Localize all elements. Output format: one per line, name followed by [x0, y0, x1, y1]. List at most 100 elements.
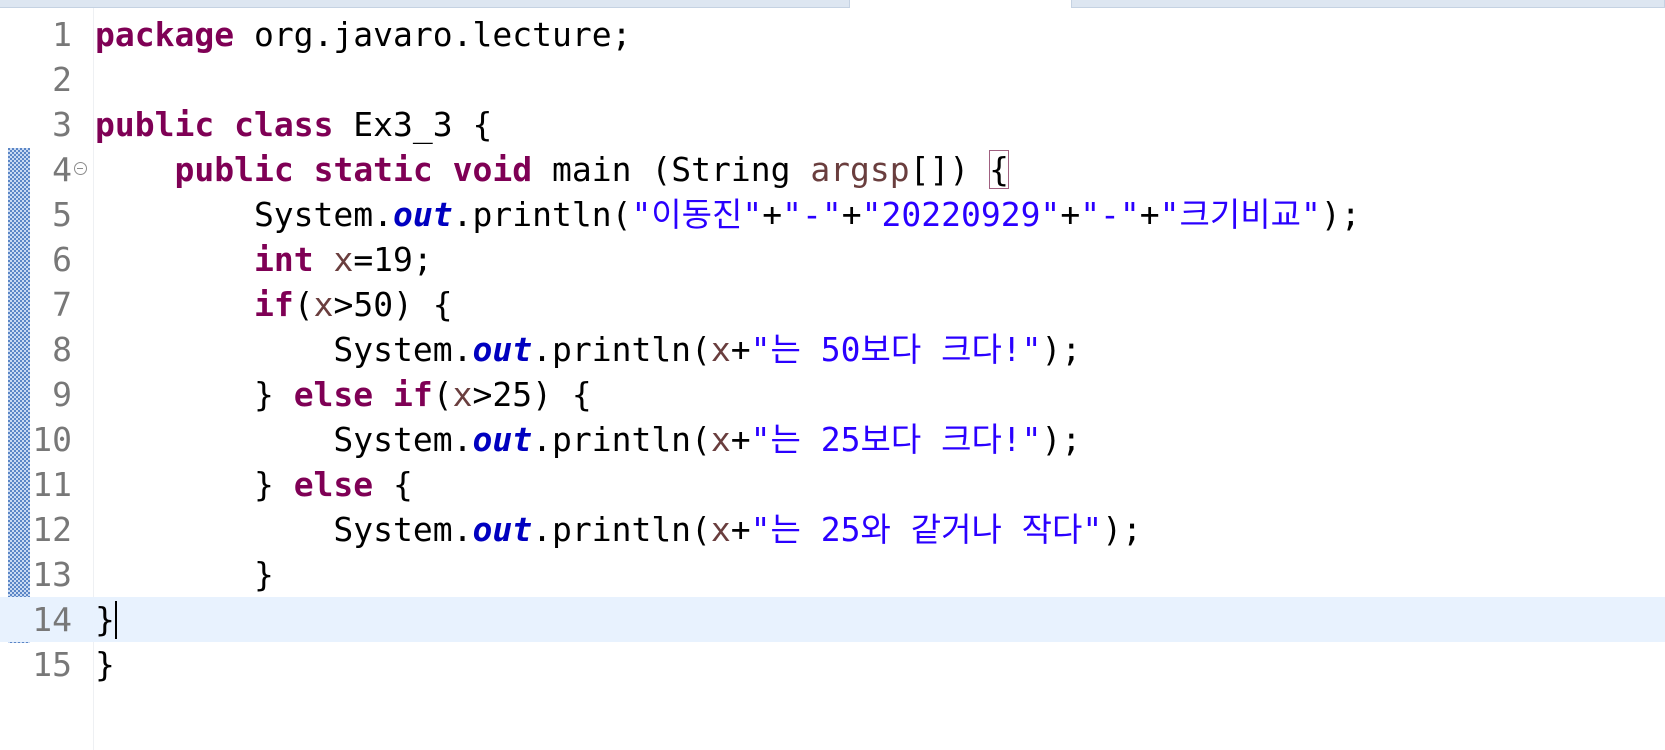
variable: argsp [810, 150, 910, 189]
code-text[interactable]: } [95, 597, 117, 642]
code-text: + [730, 510, 751, 549]
code-line[interactable]: 8 System.out.println(x+"는 50보다 크다!"); [0, 327, 1665, 372]
code-editor[interactable]: 1 package org.javaro.lecture; 2 3 public cla… [0, 8, 1665, 750]
code-line[interactable]: 15} [0, 642, 1665, 687]
variable: x [452, 375, 473, 414]
keyword: void [452, 150, 533, 189]
code-text[interactable]: } [95, 642, 115, 687]
code-text: ); [1102, 510, 1143, 549]
line-number: 1 [52, 15, 72, 54]
variable: x [710, 420, 731, 459]
text-caret [114, 601, 117, 639]
keyword: class [234, 105, 334, 144]
code-line[interactable]: 4 public static void main (String argsp[… [0, 147, 1665, 192]
line-number: 3 [52, 105, 72, 144]
code-text[interactable]: int x=19; [95, 237, 433, 282]
line-number: 15 [32, 645, 72, 684]
code-text: ); [1041, 420, 1082, 459]
code-text[interactable]: public class Ex3_3 { [95, 102, 492, 147]
keyword: if [393, 375, 433, 414]
variable: x [710, 330, 731, 369]
string-literal: "는 25보다 크다!" [750, 420, 1042, 459]
line-number: 10 [32, 420, 72, 459]
code-text: } [95, 645, 115, 684]
code-line[interactable]: 12 System.out.println(x+"는 25와 같거나 작다"); [0, 507, 1665, 552]
line-number: 12 [32, 510, 72, 549]
line-number: 4 [52, 150, 72, 189]
editor-tab-active[interactable] [850, 0, 1072, 8]
code-line[interactable]: 9 } else if(x>25) { [0, 372, 1665, 417]
line-number: 5 [52, 195, 72, 234]
code-text: } [95, 600, 115, 639]
code-text[interactable]: System.out.println(x+"는 25보다 크다!"); [95, 417, 1081, 462]
code-text[interactable]: package org.javaro.lecture; [95, 12, 631, 57]
code-text[interactable]: if(x>50) { [95, 282, 453, 327]
keyword: int [253, 240, 314, 279]
code-line[interactable]: 2 [0, 57, 1665, 102]
matching-bracket: { [989, 150, 1010, 189]
static-field: out [472, 330, 533, 369]
code-text: } [95, 465, 294, 504]
line-number: 13 [32, 555, 72, 594]
current-line[interactable]: 14} [0, 597, 1665, 642]
keyword: package [95, 15, 235, 54]
keyword: else [293, 375, 374, 414]
code-text[interactable]: System.out.println(x+"는 50보다 크다!"); [95, 327, 1081, 372]
code-text[interactable]: } [95, 552, 274, 597]
code-text: []) [909, 150, 990, 189]
code-text: { [373, 465, 413, 504]
fold-collapse-icon[interactable] [74, 162, 87, 175]
static-field: out [472, 510, 533, 549]
code-line[interactable]: 11 } else { [0, 462, 1665, 507]
code-text: + [762, 195, 783, 234]
code-text: + [841, 195, 862, 234]
line-number: 6 [52, 240, 72, 279]
editor-tab[interactable] [0, 0, 850, 8]
keyword: public [174, 150, 294, 189]
code-text: ( [432, 375, 453, 414]
code-text[interactable]: public static void main (String argsp[])… [95, 147, 1010, 192]
code-text[interactable]: } else if(x>25) { [95, 372, 592, 417]
code-line[interactable]: 10 System.out.println(x+"는 25보다 크다!"); [0, 417, 1665, 462]
code-line[interactable]: 1 package org.javaro.lecture; [0, 12, 1665, 57]
code-text: System. [95, 195, 394, 234]
code-text[interactable]: System.out.println("이동진"+"-"+"20220929"+… [95, 192, 1361, 237]
editor-tab-strip [0, 0, 1665, 8]
code-text: Ex3_3 { [333, 105, 493, 144]
variable: x [333, 240, 354, 279]
code-text: System. [95, 510, 473, 549]
code-text: + [730, 330, 751, 369]
line-number: 2 [52, 60, 72, 99]
string-literal: "이동진" [631, 195, 763, 234]
string-literal: "20220929" [861, 195, 1061, 234]
editor-tab[interactable] [1072, 0, 1665, 8]
code-text: .println( [532, 330, 711, 369]
code-text: } [95, 555, 274, 594]
code-text: + [1139, 195, 1160, 234]
code-text: .println( [532, 420, 711, 459]
code-line[interactable]: 5 System.out.println("이동진"+"-"+"20220929… [0, 192, 1665, 237]
code-line[interactable]: 13 } [0, 552, 1665, 597]
code-line[interactable]: 3 public class Ex3_3 { [0, 102, 1665, 147]
code-text: >50) { [333, 285, 453, 324]
variable: x [313, 285, 334, 324]
line-number: 14 [32, 600, 72, 639]
code-text[interactable]: System.out.println(x+"는 25와 같거나 작다"); [95, 507, 1142, 552]
string-literal: "-" [782, 195, 842, 234]
code-line[interactable]: 6 int x=19; [0, 237, 1665, 282]
code-text: System. [95, 330, 473, 369]
code-text: System. [95, 420, 473, 459]
code-text: + [730, 420, 751, 459]
code-text[interactable]: } else { [95, 462, 413, 507]
code-line[interactable]: 7 if(x>50) { [0, 282, 1665, 327]
code-text: ); [1320, 195, 1361, 234]
line-number: 11 [32, 465, 72, 504]
code-text: ); [1041, 330, 1082, 369]
